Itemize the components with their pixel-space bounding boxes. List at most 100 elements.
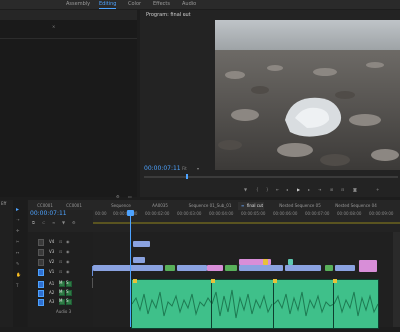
video-clip[interactable]: [325, 265, 333, 271]
ruler-label: 00:00:03:00: [177, 211, 202, 216]
snap-icon[interactable]: ⊂: [42, 220, 45, 225]
track-target-a1[interactable]: [38, 281, 44, 288]
audio-clip[interactable]: [333, 279, 379, 329]
mark-in-icon[interactable]: {: [256, 187, 259, 192]
timeline-playhead-handle[interactable]: [127, 210, 134, 216]
divider: [0, 38, 137, 39]
linked-selection-icon[interactable]: ∞: [52, 220, 55, 225]
waveform: [211, 289, 273, 319]
go-to-in-icon[interactable]: ⇤: [276, 187, 279, 192]
lock-icon[interactable]: ⊡: [59, 249, 62, 254]
wrench-icon[interactable]: ⚙: [116, 194, 120, 199]
lift-icon[interactable]: ⊞: [330, 187, 333, 192]
fx-badge[interactable]: [133, 279, 137, 283]
zoom-select[interactable]: Fit: [182, 166, 187, 171]
add-marker-icon[interactable]: ▼: [244, 187, 247, 192]
track-target-v4[interactable]: [38, 239, 44, 246]
selection-tool-icon[interactable]: ▸: [16, 206, 19, 213]
timeline-playhead[interactable]: [130, 210, 131, 327]
timeline-tab-cc0001[interactable]: CC0001: [35, 202, 55, 210]
track-select-tool-icon[interactable]: ⇢: [16, 217, 19, 222]
export-frame-icon[interactable]: ◙: [353, 187, 357, 192]
lock-icon[interactable]: ⊡: [59, 239, 62, 244]
video-clip[interactable]: [359, 260, 377, 272]
video-clip[interactable]: [133, 257, 145, 263]
timeline-tracks[interactable]: [93, 232, 400, 329]
program-timecode[interactable]: 00:00:07:11: [144, 165, 181, 172]
video-clip[interactable]: [177, 265, 207, 271]
ripple-edit-tool-icon[interactable]: ✛: [16, 228, 19, 233]
type-tool-icon[interactable]: T: [16, 283, 18, 288]
workspace-tab-assembly[interactable]: Assembly: [66, 0, 90, 9]
solo-letter: S: [66, 289, 69, 294]
video-clip[interactable]: [207, 265, 223, 271]
eye-icon[interactable]: ◉: [66, 239, 70, 244]
track-label-v4: V4: [49, 239, 55, 244]
export-frame-icon[interactable]: ▭: [128, 194, 132, 199]
timeline-menu-icon[interactable]: ≡: [241, 202, 244, 210]
hand-tool-icon[interactable]: ✋: [16, 272, 21, 277]
timeline-tab-cc0001-2[interactable]: CC0001: [62, 202, 86, 210]
play-icon[interactable]: ▶: [297, 187, 300, 192]
video-clip[interactable]: [93, 265, 163, 271]
add-marker-icon[interactable]: ▼: [62, 220, 65, 225]
track-label-a2: A2: [49, 290, 55, 295]
pen-tool-icon[interactable]: ✎: [16, 261, 19, 266]
timeline-settings-icon[interactable]: ⚙: [72, 220, 76, 225]
step-back-icon[interactable]: ◂: [286, 187, 288, 192]
timeline-ruler[interactable]: 00:00 00:00:01:00 00:00:02:00 00:00:03:0…: [93, 210, 400, 222]
program-scrub-bar[interactable]: [144, 176, 398, 178]
video-clip[interactable]: [285, 265, 321, 271]
timeline-vertical-scrollbar[interactable]: [393, 232, 400, 327]
video-clip[interactable]: [133, 241, 150, 247]
audio-clip[interactable]: [211, 279, 275, 329]
timeline-tab-aa0035[interactable]: AA0035: [150, 202, 170, 210]
fx-badge[interactable]: [211, 279, 215, 283]
video-clip[interactable]: [165, 265, 175, 271]
step-forward-icon[interactable]: ▸: [308, 187, 310, 192]
workspace-tab-effects[interactable]: Effects: [153, 0, 170, 9]
eye-icon[interactable]: ◉: [66, 259, 70, 264]
timeline-tab-nested-sequence-05[interactable]: Nested Sequence 05: [278, 202, 322, 210]
lock-icon[interactable]: ⊡: [59, 269, 62, 274]
ruler-label: 00:00: [95, 211, 107, 216]
timeline-tab-sequence-01-sub-01[interactable]: Sequence 01_Sub_01: [188, 202, 232, 210]
video-clip[interactable]: [335, 265, 355, 271]
lock-icon[interactable]: ⊡: [59, 259, 62, 264]
track-target-v2[interactable]: [38, 259, 44, 266]
timeline-timecode[interactable]: 00:00:07:11: [30, 210, 67, 217]
nest-toggle-icon[interactable]: ⧉: [32, 220, 35, 225]
ruler-label: 00:00:06:00: [273, 211, 298, 216]
program-monitor-settings-icon[interactable]: +: [376, 187, 379, 192]
zoom-dropdown-icon[interactable]: ▾: [197, 166, 199, 171]
video-clip[interactable]: [239, 265, 283, 271]
panel-close-icon[interactable]: ×: [52, 24, 55, 29]
track-target-v1[interactable]: [38, 269, 44, 276]
program-monitor: Program: final cut ≡ 00:00:07:11 Fit ▾ ▼…: [140, 10, 400, 197]
active-workspace-underline: [99, 8, 116, 9]
extract-icon[interactable]: ⊟: [341, 187, 344, 192]
go-to-out-icon[interactable]: ⇥: [318, 187, 321, 192]
program-playhead[interactable]: [186, 174, 188, 179]
track-label-a3: A3: [49, 299, 55, 304]
audio-clip[interactable]: [131, 279, 213, 329]
track-target-v3[interactable]: [38, 249, 44, 256]
eye-icon[interactable]: ◉: [66, 269, 70, 274]
fx-badge[interactable]: [273, 279, 277, 283]
timeline-tab-final-cut[interactable]: final cut: [246, 202, 264, 210]
workspace-tab-audio[interactable]: Audio: [182, 0, 196, 9]
workspace-tab-color[interactable]: Color: [128, 0, 141, 9]
slip-tool-icon[interactable]: ↔: [16, 250, 19, 255]
track-target-a3[interactable]: [38, 299, 44, 306]
eye-icon[interactable]: ◉: [66, 249, 70, 254]
fx-badge[interactable]: [333, 279, 337, 283]
work-area-bar[interactable]: [93, 222, 400, 224]
timeline-tab-nested-sequence-04[interactable]: Nested Sequence 04: [334, 202, 378, 210]
monitor-menu-icon[interactable]: ≡: [183, 12, 186, 17]
video-clip[interactable]: [225, 265, 237, 271]
timeline-tab-sequence-01[interactable]: Sequence 01: [108, 202, 134, 216]
mark-out-icon[interactable]: }: [266, 187, 269, 192]
track-target-a2[interactable]: [38, 290, 44, 297]
razor-tool-icon[interactable]: ✂: [16, 239, 19, 244]
audio-clip[interactable]: [273, 279, 335, 329]
